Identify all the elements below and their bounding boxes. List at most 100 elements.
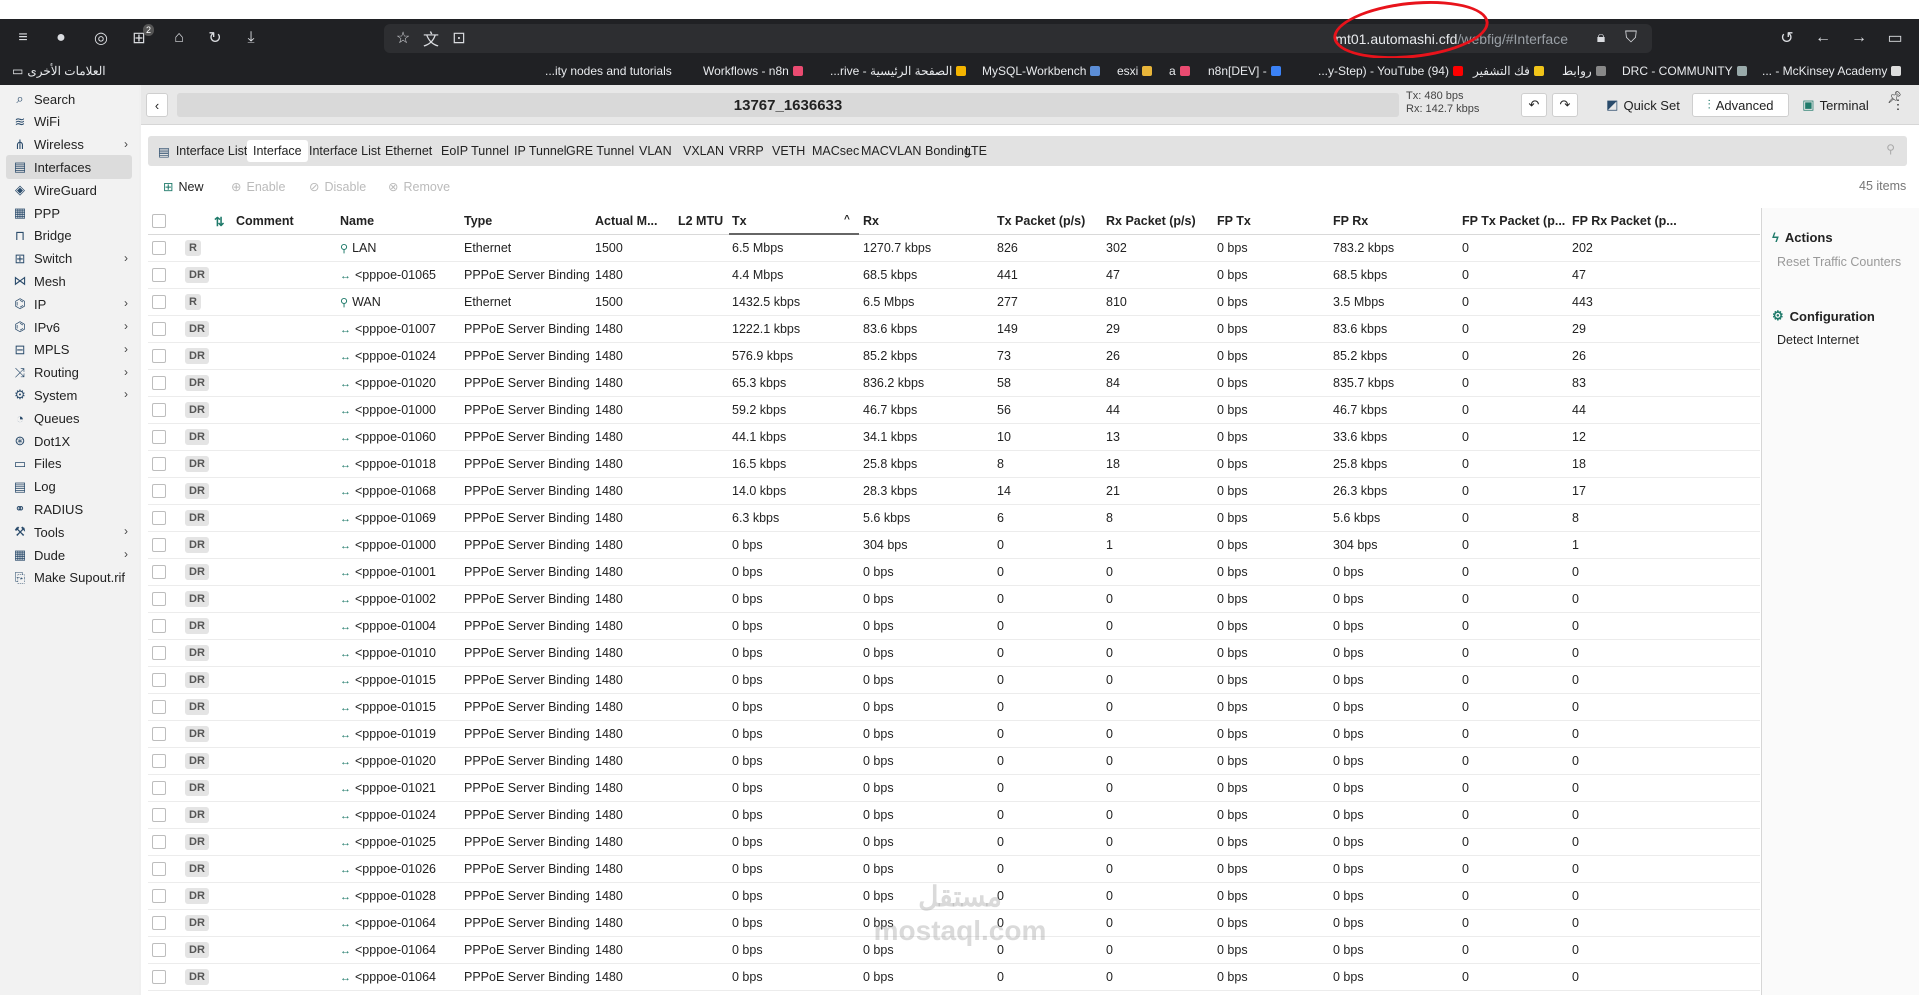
tab-gre-tunnel[interactable]: GRE Tunnel bbox=[560, 140, 640, 162]
row-checkbox[interactable] bbox=[152, 484, 166, 498]
column-header-rx[interactable]: Rx bbox=[863, 214, 879, 228]
sidebar-item-ppp[interactable]: ▦ PPP bbox=[6, 201, 132, 225]
table-row[interactable]: DR ↔<pppoe-01064... PPPoE Server Binding 14… bbox=[148, 937, 1760, 964]
sidebar-item-ip[interactable]: ⌬ IP › bbox=[6, 292, 132, 316]
row-checkbox[interactable] bbox=[152, 727, 166, 741]
remove-button[interactable]: ⊗ Remove bbox=[388, 179, 450, 195]
sidebar-item-radius[interactable]: ⚭ RADIUS bbox=[6, 497, 132, 521]
bookmark-item[interactable]: ... - McKinsey Academy bbox=[1762, 64, 1902, 78]
row-checkbox[interactable] bbox=[152, 241, 166, 255]
detect-internet-link[interactable]: Detect Internet bbox=[1777, 333, 1859, 347]
tab-interface-list[interactable]: Interface List bbox=[303, 140, 387, 162]
tab-counter-icon[interactable]: ⊞ 2 bbox=[128, 24, 154, 49]
sidebar-item-dude[interactable]: ▦ Dude › bbox=[6, 543, 132, 567]
row-checkbox[interactable] bbox=[152, 862, 166, 876]
bookmark-item[interactable]: فك التشفير bbox=[1473, 64, 1544, 78]
save-page-icon[interactable]: ⊡ bbox=[448, 27, 470, 49]
table-row[interactable]: DR ↔<pppoe-01064... PPPoE Server Binding 14… bbox=[148, 964, 1760, 991]
column-header-fp-rx-packet-p[interactable]: FP Rx Packet (p... bbox=[1572, 214, 1677, 228]
column-header-comment[interactable]: Comment bbox=[236, 214, 294, 228]
bookmark-item[interactable]: a bbox=[1169, 64, 1190, 78]
table-row[interactable]: DR ↔<pppoe-01001... PPPoE Server Binding 14… bbox=[148, 559, 1760, 586]
row-checkbox[interactable] bbox=[152, 403, 166, 417]
row-checkbox[interactable] bbox=[152, 646, 166, 660]
bookmark-item[interactable]: ...ity nodes and tutorials bbox=[545, 64, 672, 78]
column-header-fp-tx-packet-p[interactable]: FP Tx Packet (p... bbox=[1462, 214, 1565, 228]
row-checkbox[interactable] bbox=[152, 592, 166, 606]
row-checkbox[interactable] bbox=[152, 538, 166, 552]
back-icon[interactable]: ← bbox=[1812, 27, 1834, 49]
row-checkbox[interactable] bbox=[152, 322, 166, 336]
column-header-l2-mtu[interactable]: L2 MTU bbox=[678, 214, 723, 228]
tab-lte[interactable]: LTE bbox=[959, 140, 993, 162]
refresh-arrow-icon[interactable]: ↻ bbox=[204, 27, 226, 49]
row-checkbox[interactable] bbox=[152, 673, 166, 687]
table-row[interactable]: DR ↔<pppoe-01068... PPPoE Server Binding 14… bbox=[148, 478, 1760, 505]
sidebar-item-interfaces[interactable]: ▤ Interfaces bbox=[6, 155, 132, 180]
column-settings-icon[interactable]: ⇅ bbox=[214, 214, 224, 229]
sidebar-item-wireless[interactable]: ⋔ Wireless › bbox=[6, 133, 132, 157]
row-checkbox[interactable] bbox=[152, 565, 166, 579]
table-row[interactable]: DR ↔<pppoe-01028... PPPoE Server Binding 14… bbox=[148, 883, 1760, 910]
undo-button[interactable]: ↶ bbox=[1521, 93, 1547, 117]
table-row[interactable]: DR ↔<pppoe-01024... PPPoE Server Binding 14… bbox=[148, 802, 1760, 829]
table-row[interactable]: DR ↔<pppoe-01060... PPPoE Server Binding 14… bbox=[148, 424, 1760, 451]
row-checkbox[interactable] bbox=[152, 457, 166, 471]
row-checkbox[interactable] bbox=[152, 295, 166, 309]
sidebar-item-dot1x[interactable]: ⊛ Dot1X bbox=[6, 429, 132, 453]
quick-set-button[interactable]: ◩ Quick Set bbox=[1596, 93, 1690, 117]
sidebar-item-bridge[interactable]: ⊓ Bridge bbox=[6, 224, 132, 248]
extensions-icon[interactable]: ⌂ bbox=[168, 27, 190, 49]
bookmark-item[interactable]: روابط bbox=[1562, 64, 1606, 78]
redo-button[interactable]: ↷ bbox=[1552, 93, 1578, 117]
url-text[interactable]: mt01.automashi.cfd/webfig/#Interface bbox=[1335, 31, 1568, 47]
row-checkbox[interactable] bbox=[152, 430, 166, 444]
tab-vrrp[interactable]: VRRP bbox=[723, 140, 770, 162]
table-row[interactable]: DR ↔<pppoe-01002... PPPoE Server Binding 14… bbox=[148, 586, 1760, 613]
new-button[interactable]: ⊞ New bbox=[163, 179, 204, 195]
tab-interface-list[interactable]: ▤ Interface List bbox=[152, 140, 253, 162]
table-row[interactable]: DR ↔<pppoe-010071... PPPoE Server Binding 1… bbox=[148, 316, 1760, 343]
bookmark-item[interactable]: ...rive - الصفحة الرئيسية bbox=[830, 64, 967, 78]
column-header-type[interactable]: Type bbox=[464, 214, 492, 228]
table-row[interactable]: DR ↔<pppoe-01004... PPPoE Server Binding 14… bbox=[148, 613, 1760, 640]
table-row[interactable]: DR ↔<pppoe-01069... PPPoE Server Binding 14… bbox=[148, 505, 1760, 532]
column-header-rx-packet-p-s[interactable]: Rx Packet (p/s) bbox=[1106, 214, 1196, 228]
sidebar-item-wifi[interactable]: ≋ WiFi bbox=[6, 110, 132, 134]
table-row[interactable]: DR ↔<pppoe-01018... PPPoE Server Binding 14… bbox=[148, 451, 1760, 478]
column-header-tx-packet-p-s[interactable]: Tx Packet (p/s) bbox=[997, 214, 1085, 228]
row-checkbox[interactable] bbox=[152, 511, 166, 525]
terminal-button[interactable]: ▣ Terminal bbox=[1793, 93, 1878, 117]
sidebar-item-routing[interactable]: ⤨ Routing › bbox=[6, 361, 132, 385]
row-checkbox[interactable] bbox=[152, 268, 166, 282]
table-row[interactable]: R ⚲ WAN Ethernet 1500 1432.5 kbps 6.5 Mbps 277 8… bbox=[148, 289, 1760, 316]
disable-button[interactable]: ⊘ Disable bbox=[309, 179, 366, 195]
sidebar-item-ipv6[interactable]: ⌬ IPv6 › bbox=[6, 315, 132, 339]
bookmark-item[interactable]: MySQL-Workbench bbox=[982, 64, 1101, 78]
table-row[interactable]: DR ↔<pppoe-01064... PPPoE Server Binding 14… bbox=[148, 910, 1760, 937]
select-all-checkbox[interactable] bbox=[152, 214, 166, 228]
row-checkbox[interactable] bbox=[152, 835, 166, 849]
column-header-fp-tx[interactable]: FP Tx bbox=[1217, 214, 1251, 228]
extension-dot-icon[interactable]: ● bbox=[50, 27, 72, 49]
menu-icon[interactable]: ≡ bbox=[12, 27, 34, 49]
tab-ethernet[interactable]: Ethernet bbox=[379, 140, 438, 162]
tab-vlan[interactable]: VLAN bbox=[633, 140, 678, 162]
sidebar-toggle-icon[interactable]: ▭ bbox=[1884, 27, 1906, 49]
address-bar[interactable]: ☆ 文 ⊡ mt01.automashi.cfd/webfig/#Interfa… bbox=[384, 24, 1652, 53]
table-row[interactable]: DR ↔<pppoe-01015... PPPoE Server Binding 14… bbox=[148, 694, 1760, 721]
row-checkbox[interactable] bbox=[152, 970, 166, 984]
tab-eoip-tunnel[interactable]: EoIP Tunnel bbox=[435, 140, 515, 162]
sidebar-item-mpls[interactable]: ⊟ MPLS › bbox=[6, 338, 132, 362]
table-row[interactable]: DR ↔<pppoe-01020... PPPoE Server Binding 14… bbox=[148, 370, 1760, 397]
row-checkbox[interactable] bbox=[152, 808, 166, 822]
tab-interface[interactable]: Interface bbox=[247, 140, 308, 162]
sidebar-item-tools[interactable]: ⚒ Tools › bbox=[6, 520, 132, 544]
advanced-button[interactable]: ⫶ Advanced bbox=[1692, 93, 1789, 117]
row-checkbox[interactable] bbox=[152, 349, 166, 363]
tab-veth[interactable]: VETH bbox=[766, 140, 811, 162]
download-icon[interactable]: ⤓ bbox=[240, 27, 262, 49]
bookmark-item[interactable]: esxi bbox=[1117, 64, 1153, 78]
bookmark-item[interactable]: Workflows - n8n bbox=[703, 64, 803, 78]
pin-tabs-icon[interactable]: ⚲ bbox=[1886, 142, 1895, 156]
